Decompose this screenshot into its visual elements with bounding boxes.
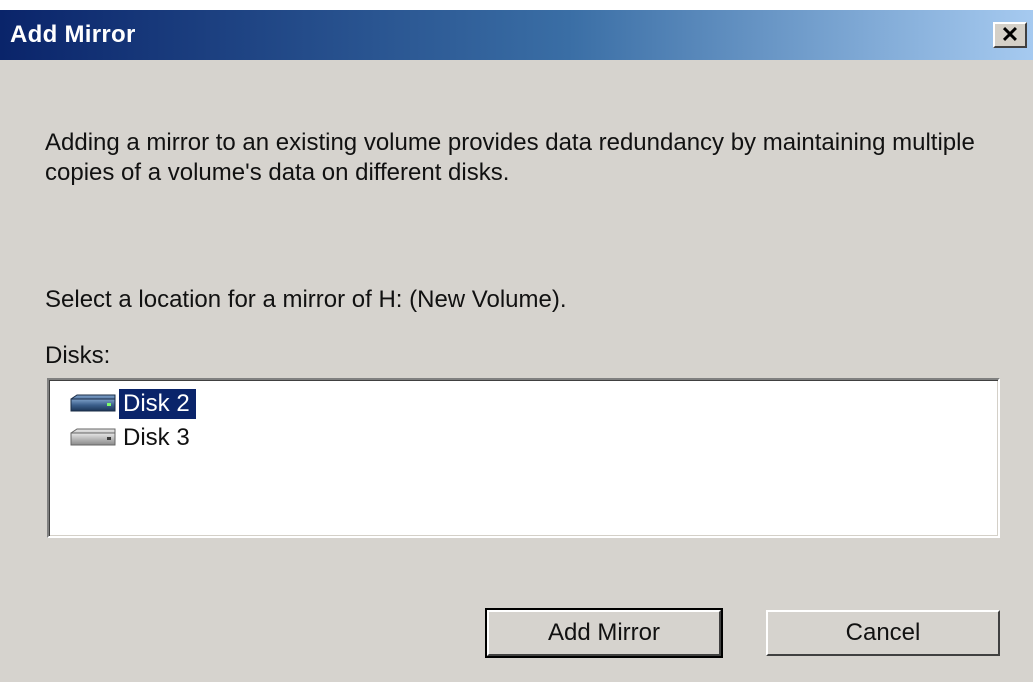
disk-item-disk-3[interactable]: Disk 3 [67,422,196,454]
title-bar[interactable]: Add Mirror ✕ [0,10,1033,60]
dialog-title: Add Mirror [10,21,136,48]
disk-label: Disk 2 [119,389,196,419]
description-text: Adding a mirror to an existing volume pr… [45,129,975,186]
disk-list[interactable]: Disk 2 Disk 3 [47,378,1000,538]
cancel-button[interactable]: Cancel [766,610,1000,656]
disk-label: Disk 3 [123,424,190,451]
disks-label: Disks: [45,342,111,369]
add-mirror-button[interactable]: Add Mirror [485,608,723,658]
close-button[interactable]: ✕ [993,22,1027,48]
disk-item-disk-2[interactable]: Disk 2 [67,388,196,420]
location-prompt: Select a location for a mirror of H: (Ne… [45,286,567,313]
disk-drive-icon [70,394,116,412]
close-icon: ✕ [1000,22,1020,47]
add-mirror-dialog: Add Mirror ✕ Adding a mirror to an exist… [0,10,1033,682]
disk-drive-icon [70,428,116,446]
